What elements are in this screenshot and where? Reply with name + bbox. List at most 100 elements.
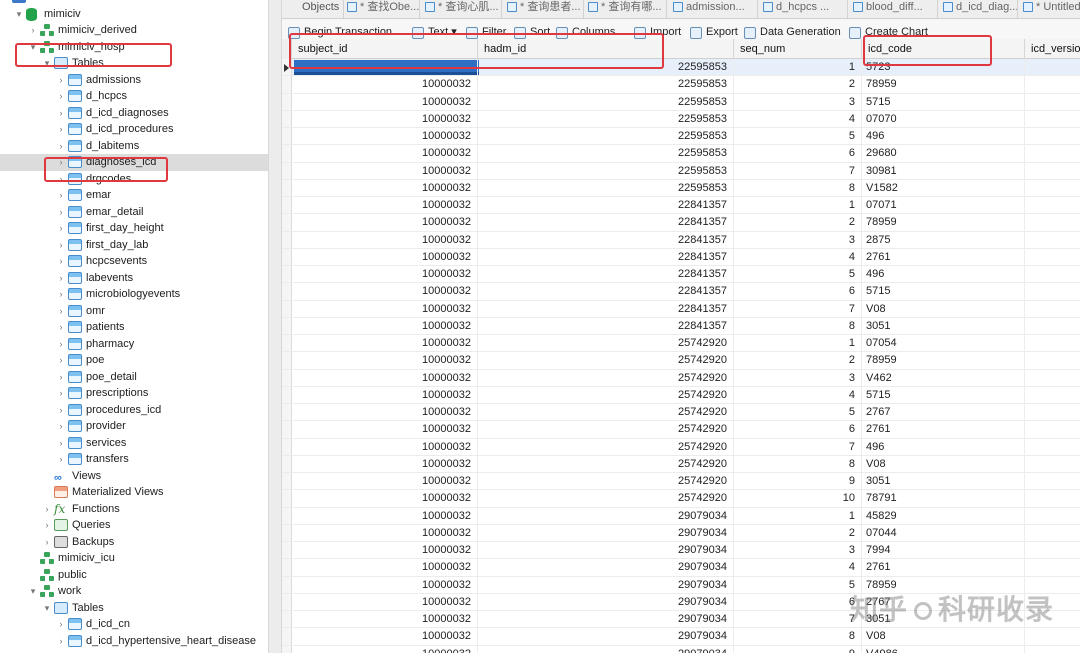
table-cell-subject-id[interactable]: 10000032 xyxy=(292,283,478,300)
table-cell-icd-code[interactable]: 78959 xyxy=(862,352,1025,369)
row-selector[interactable] xyxy=(282,386,292,403)
table-cell-icd-version[interactable] xyxy=(1025,525,1080,541)
collapse-arrow-icon[interactable]: › xyxy=(56,253,66,269)
tree-item-first-day-lab[interactable]: › first_day_lab xyxy=(0,237,268,254)
tab-8[interactable]: d_icd_diag... xyxy=(940,0,1018,18)
table-cell-icd-version[interactable] xyxy=(1025,214,1080,230)
table-row[interactable]: 10000032 25742920 4 5715 xyxy=(282,386,1080,404)
table-cell-subject-id[interactable]: 10000032 xyxy=(292,352,478,369)
table-cell-icd-version[interactable] xyxy=(1025,76,1080,92)
table-cell-hadm-id[interactable]: 25742920 xyxy=(478,490,734,507)
table-cell-seq-num[interactable]: 1 xyxy=(734,335,862,352)
row-selector[interactable] xyxy=(282,490,292,507)
row-selector[interactable] xyxy=(282,404,292,421)
toolbar-button-export[interactable]: Export xyxy=(690,24,738,39)
table-cell-seq-num[interactable]: 1 xyxy=(734,59,862,76)
row-selector[interactable] xyxy=(282,93,292,110)
table-cell-icd-version[interactable] xyxy=(1025,163,1080,179)
table-cell-icd-code[interactable]: V08 xyxy=(862,455,1025,472)
table-row[interactable]: 10000032 25742920 9 3051 xyxy=(282,473,1080,491)
table-cell-subject-id[interactable]: 10000032 xyxy=(292,248,478,265)
table-cell-icd-version[interactable] xyxy=(1025,387,1080,403)
row-selector[interactable] xyxy=(282,335,292,352)
table-cell-subject-id[interactable]: 10000032 xyxy=(292,93,478,110)
table-cell-subject-id[interactable]: 10000032 xyxy=(292,611,478,628)
table-cell-seq-num[interactable]: 7 xyxy=(734,438,862,455)
table-cell-icd-code[interactable]: 5715 xyxy=(862,386,1025,403)
collapse-arrow-icon[interactable]: › xyxy=(56,105,66,121)
collapse-arrow-icon[interactable]: › xyxy=(56,303,66,319)
table-cell-icd-version[interactable] xyxy=(1025,59,1080,75)
table-cell-hadm-id[interactable]: 29079034 xyxy=(478,524,734,541)
table-row[interactable]: 10000032 25742920 6 2761 xyxy=(282,421,1080,439)
table-cell-subject-id[interactable]: 10000032 xyxy=(292,645,478,653)
collapse-arrow-icon[interactable]: › xyxy=(56,319,66,335)
row-selector[interactable] xyxy=(282,214,292,231)
row-selector[interactable] xyxy=(282,559,292,576)
table-cell-seq-num[interactable]: 5 xyxy=(734,266,862,283)
table-cell-seq-num[interactable]: 6 xyxy=(734,283,862,300)
table-cell-subject-id[interactable]: 10000032 xyxy=(292,214,478,231)
collapse-arrow-icon[interactable]: › xyxy=(42,501,52,517)
table-cell-seq-num[interactable]: 8 xyxy=(734,317,862,334)
table-cell-seq-num[interactable]: 9 xyxy=(734,645,862,653)
row-selector[interactable] xyxy=(282,524,292,541)
row-selector-header[interactable] xyxy=(282,39,292,59)
table-row[interactable]: 10000032 25742920 7 496 xyxy=(282,438,1080,456)
tree-item-public[interactable]: public xyxy=(0,567,268,584)
tree-item-diagnoses-icd[interactable]: › diagnoses_icd xyxy=(0,154,268,171)
table-cell-icd-code[interactable]: 78791 xyxy=(862,490,1025,507)
table-cell-subject-id[interactable]: 10000032 xyxy=(292,76,478,93)
table-row[interactable]: 10000032 25742920 1 07054 xyxy=(282,335,1080,353)
row-selector[interactable] xyxy=(282,231,292,248)
tree-item-drgcodes[interactable]: › drgcodes xyxy=(0,171,268,188)
tab-7[interactable]: blood_diff... xyxy=(850,0,938,18)
table-cell-icd-code[interactable]: 29680 xyxy=(862,145,1025,162)
table-cell-seq-num[interactable]: 5 xyxy=(734,404,862,421)
table-cell-icd-version[interactable] xyxy=(1025,559,1080,575)
table-cell-subject-id[interactable]: 10000032 xyxy=(292,421,478,438)
collapse-arrow-icon[interactable]: › xyxy=(56,270,66,286)
collapse-arrow-icon[interactable]: › xyxy=(42,517,52,533)
table-cell-icd-version[interactable] xyxy=(1025,128,1080,144)
table-cell-hadm-id[interactable]: 25742920 xyxy=(478,352,734,369)
row-selector[interactable] xyxy=(282,300,292,317)
table-cell-icd-code[interactable]: 07070 xyxy=(862,110,1025,127)
table-cell-icd-version[interactable] xyxy=(1025,266,1080,282)
table-cell-subject-id[interactable]: 10000032 xyxy=(292,128,478,145)
table-cell-icd-code[interactable]: 5715 xyxy=(862,283,1025,300)
tab-4[interactable]: * 查询有哪... xyxy=(585,0,667,18)
table-cell-hadm-id[interactable]: 29079034 xyxy=(478,645,734,653)
table-cell-seq-num[interactable]: 3 xyxy=(734,93,862,110)
table-cell-icd-code[interactable]: 07044 xyxy=(862,524,1025,541)
row-selector[interactable] xyxy=(282,645,292,653)
toolbar-button-filter[interactable]: Filter xyxy=(466,24,506,39)
column-header-hadm-id[interactable]: hadm_id xyxy=(478,39,734,59)
toolbar-button-import[interactable]: Import xyxy=(634,24,681,39)
table-row[interactable]: 10000032 22841357 3 2875 xyxy=(282,231,1080,249)
collapse-arrow-icon[interactable]: › xyxy=(56,204,66,220)
table-cell-subject-id[interactable]: 10000032 xyxy=(292,404,478,421)
row-selector[interactable] xyxy=(282,110,292,127)
table-cell-seq-num[interactable]: 4 xyxy=(734,110,862,127)
table-cell-subject-id[interactable]: 10000032 xyxy=(292,542,478,559)
tree-item-prescriptions[interactable]: › prescriptions xyxy=(0,385,268,402)
row-selector[interactable] xyxy=(282,576,292,593)
table-cell-hadm-id[interactable]: 22841357 xyxy=(478,283,734,300)
table-cell-hadm-id[interactable]: 29079034 xyxy=(478,542,734,559)
row-selector[interactable] xyxy=(282,248,292,265)
table-cell-icd-code[interactable]: 496 xyxy=(862,438,1025,455)
tab-6[interactable]: d_hcpcs ... xyxy=(760,0,848,18)
row-selector[interactable] xyxy=(282,421,292,438)
table-cell-subject-id[interactable]: 10000032 xyxy=(292,593,478,610)
table-cell-seq-num[interactable]: 4 xyxy=(734,386,862,403)
table-cell-subject-id[interactable]: 10000032 xyxy=(292,473,478,490)
tree-item-d-hcpcs[interactable]: › d_hcpcs xyxy=(0,88,268,105)
tree-item-admissions[interactable]: › admissions xyxy=(0,72,268,89)
tree-item-d-icd-cn[interactable]: › d_icd_cn xyxy=(0,616,268,633)
tree-item-pharmacy[interactable]: › pharmacy xyxy=(0,336,268,353)
table-cell-icd-code[interactable]: 3051 xyxy=(862,317,1025,334)
tree-item-functions[interactable]: › fx Functions xyxy=(0,501,268,518)
row-selector[interactable] xyxy=(282,611,292,628)
tree-item-mimiciv-derived[interactable]: › mimiciv_derived xyxy=(0,22,268,39)
